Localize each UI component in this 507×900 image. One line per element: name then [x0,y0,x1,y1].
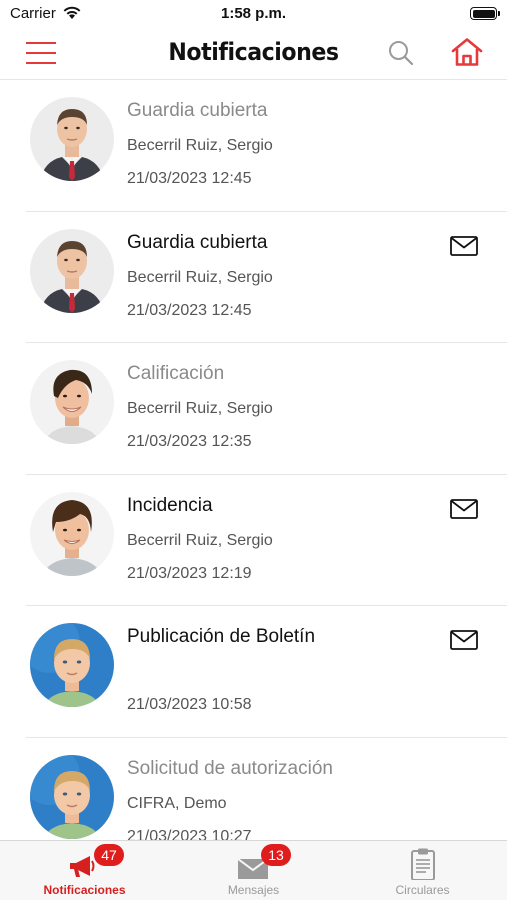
page-title: Notificaciones [168,38,339,66]
notification-item[interactable]: Calificación Becerril Ruiz, Sergio 21/03… [26,343,507,475]
tab-mensajes[interactable]: 13 Mensajes [169,841,338,900]
notification-title: Guardia cubierta [127,100,268,121]
tab-bar: 47 Notificaciones 13 Mensajes Circulares [0,840,507,900]
avatar [30,754,114,839]
notification-author: Becerril Ruiz, Sergio [127,137,273,154]
avatar [30,623,114,707]
notifications-badge: 47 [94,844,124,866]
envelope-icon[interactable] [450,630,478,650]
avatar [30,491,114,576]
tab-label: Mensajes [227,883,280,897]
notification-date: 21/03/2023 12:35 [127,433,252,450]
notification-item[interactable]: Publicación de Boletín 21/03/2023 10:58 [26,606,507,738]
notification-item[interactable]: Guardia cubierta Becerril Ruiz, Sergio 2… [26,80,507,212]
notification-item[interactable]: Solicitud de autorización CIFRA, Demo 21… [26,738,507,841]
tab-label: Notificaciones [43,883,126,897]
notification-title: Publicación de Boletín [127,626,316,647]
home-icon[interactable] [450,37,484,67]
notification-date: 21/03/2023 10:27 [127,827,252,841]
notification-title: Solicitud de autorización [127,757,333,779]
notification-author: Becerril Ruiz, Sergio [127,268,273,286]
tab-circulares[interactable]: Circulares [338,841,507,900]
tab-notificaciones[interactable]: 47 Notificaciones [0,841,169,900]
notification-item[interactable]: Guardia cubierta Becerril Ruiz, Sergio 2… [26,212,507,343]
avatar [30,97,114,181]
notification-title: Calificación [127,363,225,384]
notification-title: Guardia cubierta [127,231,268,253]
notification-date: 21/03/2023 12:45 [127,301,252,319]
avatar [30,228,114,313]
notification-title: Incidencia [127,494,213,516]
clock: 1:58 p.m. [220,5,287,22]
avatar [30,360,114,444]
messages-badge: 13 [261,844,291,866]
notification-author: Becerril Ruiz, Sergio [127,400,273,417]
search-icon[interactable] [387,39,415,67]
notification-author: CIFRA, Demo [127,794,227,812]
notification-date: 21/03/2023 12:45 [127,170,252,187]
envelope-icon[interactable] [450,498,478,519]
notification-author: Becerril Ruiz, Sergio [127,531,273,549]
clipboard-icon [411,848,435,880]
envelope-icon[interactable] [450,235,478,256]
tab-label: Circulares [395,883,450,897]
notification-item[interactable]: Incidencia Becerril Ruiz, Sergio 21/03/2… [26,475,507,606]
notification-date: 21/03/2023 10:58 [127,696,252,713]
notification-list[interactable]: Guardia cubierta Becerril Ruiz, Sergio 2… [0,80,507,840]
battery-icon [470,7,500,20]
status-bar: Carrier 1:58 p.m. [0,0,507,28]
notification-date: 21/03/2023 12:19 [127,564,252,582]
nav-bar: Notificaciones [0,28,507,80]
